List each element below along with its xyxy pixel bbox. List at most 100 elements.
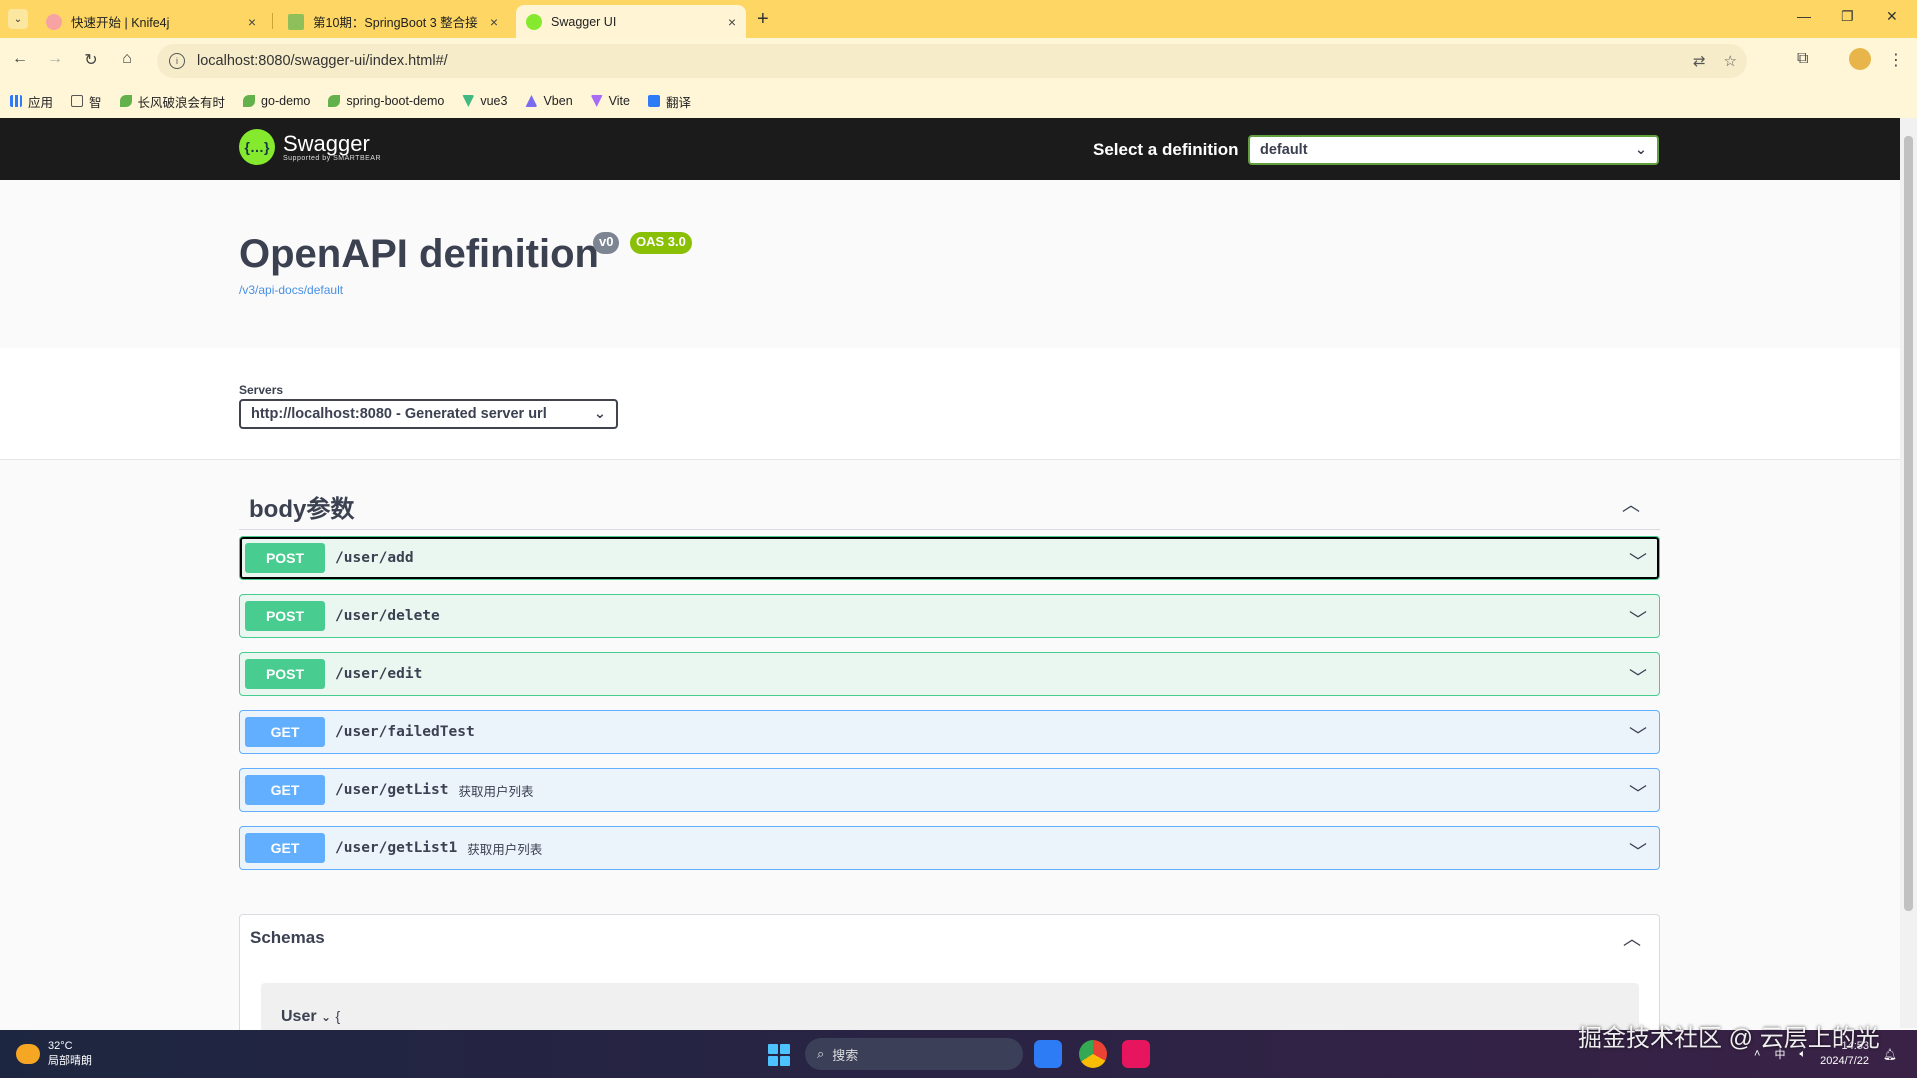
notification-bell-icon[interactable]: 🔔︎: [1883, 1048, 1897, 1061]
chevron-down-icon[interactable]: ﹀: [1629, 780, 1647, 806]
translate-icon[interactable]: ⇄: [1693, 52, 1706, 70]
bookmark-apps[interactable]: 应用: [10, 92, 53, 111]
menu-kebab-icon[interactable]: ⋮: [1888, 50, 1904, 70]
swagger-logo[interactable]: {…} Swagger Supported by SMARTBEAR: [239, 129, 381, 165]
bookmark-item[interactable]: 长风破浪会有时: [119, 92, 225, 111]
tab-separator: [272, 13, 273, 29]
forward-icon[interactable]: →: [44, 50, 66, 68]
bookmark-star-icon[interactable]: ☆: [1724, 52, 1737, 70]
bookmark-item[interactable]: spring-boot-demo: [328, 94, 444, 108]
vben-icon: [525, 95, 538, 107]
leaf-icon: [328, 95, 341, 107]
profile-avatar[interactable]: [1849, 48, 1871, 70]
back-icon[interactable]: ←: [9, 50, 31, 68]
oas-badge: OAS 3.0: [630, 232, 692, 254]
chevron-up-icon[interactable]: ︿: [1622, 491, 1640, 517]
browser-tab-swagger[interactable]: Swagger UI ×: [516, 5, 746, 38]
method-badge: GET: [245, 717, 325, 747]
swagger-topbar: {…} Swagger Supported by SMARTBEAR Selec…: [0, 118, 1900, 180]
bookmark-item[interactable]: Vben: [525, 94, 573, 108]
chevron-down-icon[interactable]: ﹀: [1629, 606, 1647, 632]
chevron-down-icon: ⌄: [593, 406, 606, 422]
operation-row[interactable]: POST /user/delete ﹀: [239, 594, 1660, 638]
windows-start-icon[interactable]: [768, 1044, 790, 1066]
bookmark-label: Vite: [608, 94, 630, 108]
bookmark-item[interactable]: go-demo: [243, 94, 310, 108]
operation-row[interactable]: GET /user/getList1 获取用户列表 ﹀: [239, 826, 1660, 870]
bookmark-label: 翻译: [666, 95, 692, 110]
chrome-app-icon[interactable]: [1079, 1040, 1107, 1068]
bookmark-folder[interactable]: 智: [71, 92, 102, 111]
operation-path: /user/failedTest: [335, 724, 475, 740]
chevron-up-icon[interactable]: ︿: [1623, 925, 1641, 951]
bookmark-item[interactable]: 翻译: [648, 92, 691, 111]
tag-header[interactable]: body参数 ︿: [239, 485, 1660, 530]
bookmark-item[interactable]: vue3: [462, 94, 507, 108]
servers-select[interactable]: http://localhost:8080 - Generated server…: [239, 399, 618, 429]
site-info-icon[interactable]: i: [169, 53, 185, 69]
tab-favicon: [526, 13, 542, 30]
minimize-icon[interactable]: —: [1797, 8, 1811, 24]
reload-icon[interactable]: ↻: [80, 50, 102, 70]
browser-tab-knife4j[interactable]: 快速开始 | Knife4j ×: [36, 5, 266, 38]
clock-date: 2024/7/22: [1820, 1055, 1870, 1067]
operation-summary: 获取用户列表: [458, 784, 534, 799]
taskbar-search-placeholder: 搜索: [832, 1047, 859, 1063]
schemas-title[interactable]: Schemas: [250, 928, 325, 948]
chevron-down-icon[interactable]: ﹀: [1629, 664, 1647, 690]
tab-favicon: [46, 13, 62, 30]
version-badge: v0: [593, 232, 620, 254]
api-info: OpenAPI definition v0 OAS 3.0 /v3/api-do…: [0, 180, 1900, 348]
weather-icon: [16, 1044, 40, 1064]
address-url[interactable]: localhost:8080/swagger-ui/index.html#/: [197, 53, 448, 69]
operation-row[interactable]: GET /user/failedTest ﹀: [239, 710, 1660, 754]
servers-section: Servers http://localhost:8080 - Generate…: [0, 348, 1900, 460]
extensions-icon[interactable]: ⧉: [1797, 50, 1808, 68]
tab-close-icon[interactable]: ×: [248, 14, 256, 30]
scrollbar-thumb[interactable]: [1904, 136, 1913, 911]
chevron-down-icon[interactable]: ﹀: [1629, 838, 1647, 864]
weather-desc: 局部晴朗: [48, 1055, 92, 1067]
restore-icon[interactable]: ❐: [1841, 8, 1854, 25]
browser-tab-springboot[interactable]: 第10期：SpringBoot 3 整合接 ×: [278, 5, 508, 38]
tab-label: 第10期：SpringBoot 3 整合接: [313, 16, 478, 30]
new-tab-button[interactable]: +: [757, 8, 769, 31]
method-badge: GET: [245, 775, 325, 805]
home-icon[interactable]: ⌂: [116, 50, 138, 68]
definition-select[interactable]: default ⌄: [1248, 135, 1659, 165]
tab-favicon: [288, 13, 304, 30]
address-bar[interactable]: i localhost:8080/swagger-ui/index.html#/…: [157, 44, 1747, 78]
swagger-logo-text: Swagger: [283, 130, 370, 156]
operation-path: /user/add: [335, 550, 414, 566]
vscode-app-icon[interactable]: [1034, 1040, 1062, 1068]
operation-path: /user/edit: [335, 666, 423, 682]
weather-widget[interactable]: 32°C 局部晴朗: [16, 1040, 92, 1068]
method-badge: POST: [245, 659, 325, 689]
folder-icon: [71, 95, 84, 107]
api-docs-link[interactable]: /v3/api-docs/default: [239, 283, 343, 297]
window-close-icon[interactable]: ✕: [1886, 8, 1898, 25]
tab-close-icon[interactable]: ×: [490, 14, 498, 30]
tab-close-icon[interactable]: ×: [728, 14, 736, 30]
operation-row[interactable]: POST /user/edit ﹀: [239, 652, 1660, 696]
operation-path: /user/getList1: [335, 840, 458, 856]
tab-search-button[interactable]: ⌄: [8, 9, 28, 29]
bookmark-item[interactable]: Vite: [590, 94, 630, 108]
chevron-down-icon[interactable]: ﹀: [1629, 722, 1647, 748]
chevron-down-icon[interactable]: ﹀: [1629, 548, 1647, 574]
browser-toolbar: ← → ↻ ⌂ i localhost:8080/swagger-ui/inde…: [0, 38, 1917, 84]
bookmark-label: 智: [89, 95, 102, 110]
method-badge: GET: [245, 833, 325, 863]
swagger-logo-icon: {…}: [239, 129, 275, 165]
bookmark-label: go-demo: [261, 94, 311, 108]
schema-model-name[interactable]: User ⌄ {: [281, 1008, 340, 1026]
leaf-icon: [119, 95, 132, 107]
leaf-icon: [243, 95, 256, 107]
intellij-app-icon[interactable]: [1122, 1040, 1150, 1068]
bookmark-label: vue3: [480, 94, 508, 108]
taskbar-search[interactable]: ⌕ 搜索: [805, 1038, 1023, 1070]
page-scrollbar[interactable]: [1900, 118, 1917, 1028]
operation-row[interactable]: GET /user/getList 获取用户列表 ﹀: [239, 768, 1660, 812]
translate-app-icon: [648, 95, 660, 107]
operation-row[interactable]: POST /user/add ﹀: [239, 536, 1660, 580]
